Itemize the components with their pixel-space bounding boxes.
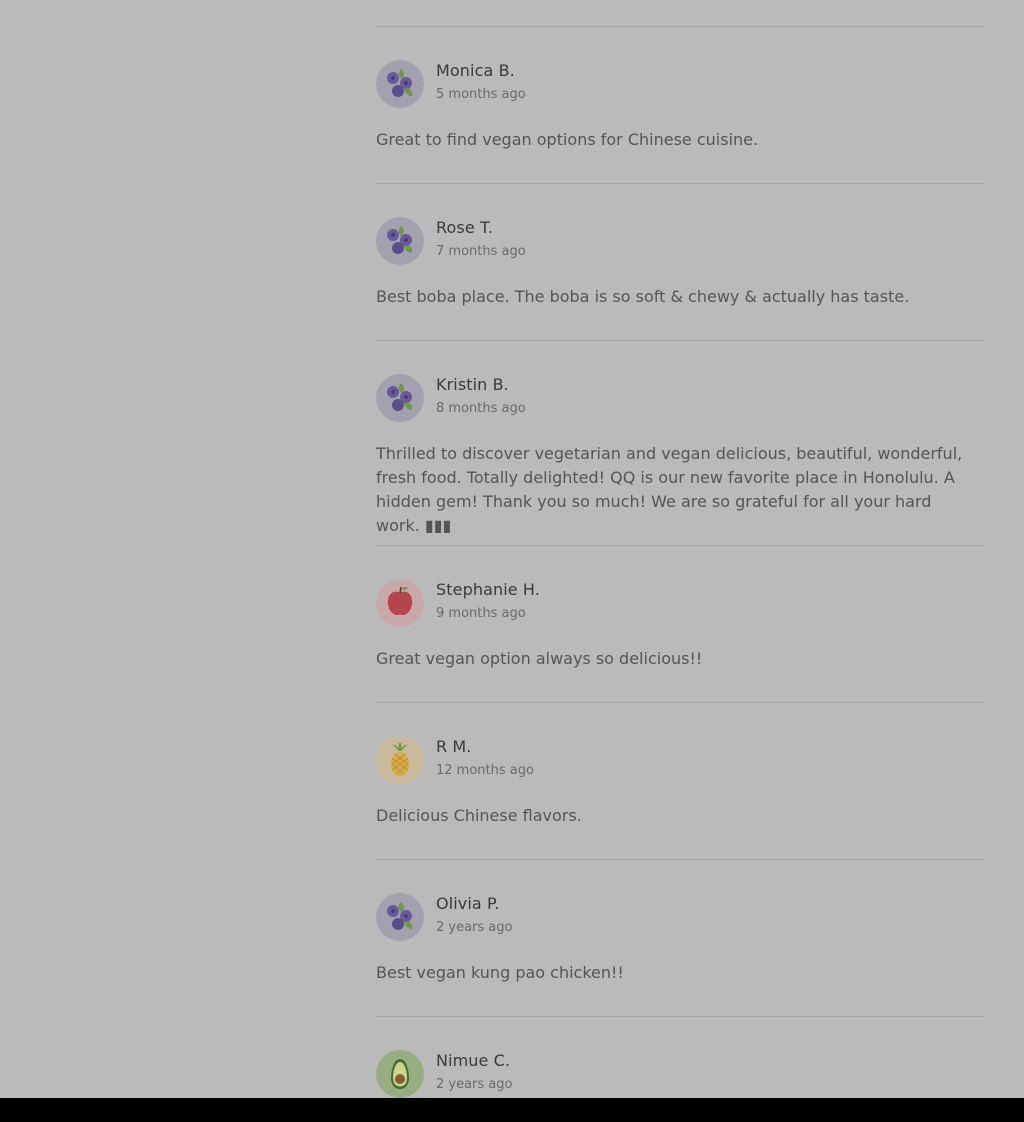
review-item: Kristin B. 8 months ago Thrilled to disc…: [376, 340, 985, 545]
review-text: Great vegan option always so delicious!!: [376, 649, 703, 668]
review-timestamp: 2 years ago: [436, 1077, 513, 1092]
blueberry-icon[interactable]: [376, 217, 424, 265]
review-timestamp: 5 months ago: [436, 87, 526, 102]
review-list: Monica B. 5 months ago Great to find veg…: [376, 26, 985, 1106]
review-item: Olivia P. 2 years ago Best vegan kung pa…: [376, 859, 985, 1016]
bottom-bar: [0, 1098, 1024, 1122]
review-text: Best boba place. The boba is so soft & c…: [376, 287, 910, 306]
avocado-icon[interactable]: [376, 1050, 424, 1098]
reviewer-name: Kristin B.: [436, 375, 509, 394]
review-text: Best vegan kung pao chicken!!: [376, 963, 624, 982]
review-item: Rose T. 7 months ago Best boba place. Th…: [376, 183, 985, 340]
blueberry-icon[interactable]: [376, 893, 424, 941]
review-timestamp: 12 months ago: [436, 763, 534, 778]
review-item: Nimue C. 2 years ago: [376, 1016, 985, 1106]
reviewer-name: Olivia P.: [436, 894, 500, 913]
review-text: Delicious Chinese flavors.: [376, 806, 582, 825]
reviewer-name: Nimue C.: [436, 1051, 511, 1070]
review-item: R M. 12 months ago Delicious Chinese fla…: [376, 702, 985, 859]
review-timestamp: 9 months ago: [436, 606, 526, 621]
reviewer-name: Stephanie H.: [436, 580, 540, 599]
blueberry-icon[interactable]: [376, 374, 424, 422]
review-item: Monica B. 5 months ago Great to find veg…: [376, 26, 985, 183]
review-item: Stephanie H. 9 months ago Great vegan op…: [376, 545, 985, 702]
apple-icon[interactable]: [376, 579, 424, 627]
review-timestamp: 8 months ago: [436, 401, 526, 416]
pineapple-icon[interactable]: [376, 736, 424, 784]
blueberry-icon[interactable]: [376, 60, 424, 108]
review-text: Great to find vegan options for Chinese …: [376, 130, 759, 149]
review-text: Thrilled to discover vegetarian and vega…: [376, 444, 963, 535]
review-timestamp: 2 years ago: [436, 920, 513, 935]
reviewer-name: R M.: [436, 737, 472, 756]
reviews-page: Monica B. 5 months ago Great to find veg…: [0, 0, 1024, 1122]
reviewer-name: Rose T.: [436, 218, 494, 237]
review-timestamp: 7 months ago: [436, 244, 526, 259]
reviewer-name: Monica B.: [436, 61, 515, 80]
